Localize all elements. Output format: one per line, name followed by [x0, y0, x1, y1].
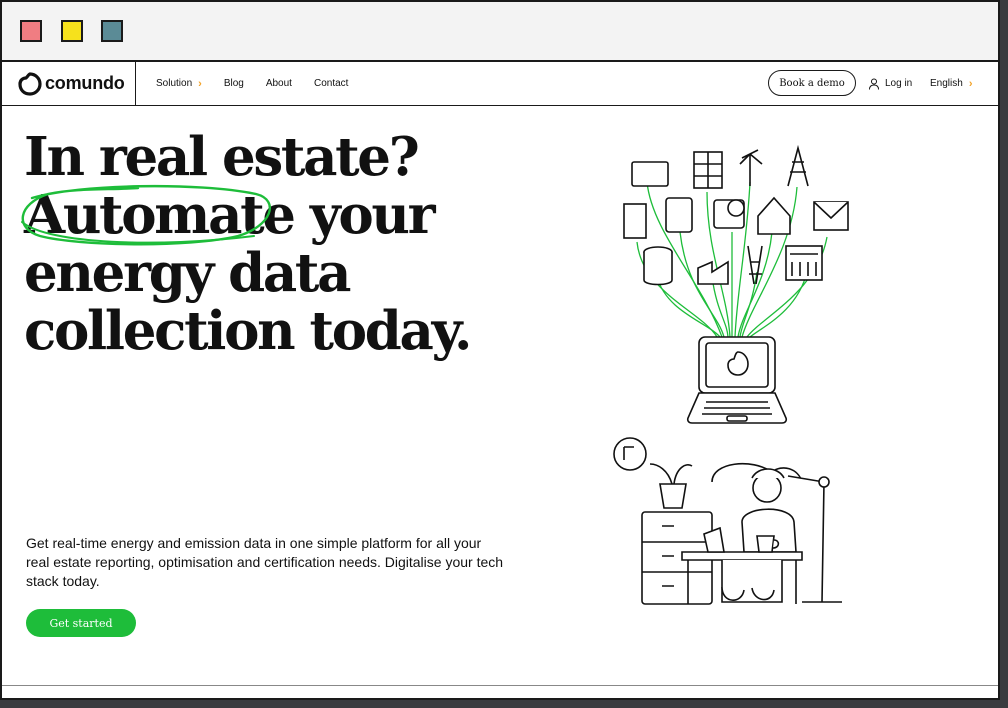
- hero-description: Get real-time energy and emission data i…: [26, 535, 504, 589]
- headline-line-4: collection today.: [24, 300, 472, 362]
- headline-line-3: energy data: [24, 242, 351, 304]
- headline-line-1: In real estate?: [24, 126, 420, 188]
- site-navbar: comundo Solution › Blog About Contact Bo…: [2, 62, 998, 106]
- headline-highlight: Automate: [21, 184, 296, 246]
- maximize-button[interactable]: [101, 20, 123, 42]
- login-link[interactable]: Log in: [868, 62, 912, 105]
- chevron-right-icon: ›: [968, 77, 973, 90]
- nav-link-about[interactable]: About: [266, 78, 292, 89]
- headline-line-2: Automate your: [21, 184, 470, 246]
- energy-data-illustration: [613, 144, 849, 605]
- nav-link-blog[interactable]: Blog: [224, 78, 244, 89]
- close-button[interactable]: [20, 20, 42, 42]
- get-started-button[interactable]: Get started: [26, 609, 136, 637]
- hero-headline: In real estate? Automate your energy dat…: [21, 126, 472, 362]
- hand-drawn-circle-icon: [21, 184, 272, 246]
- logo-text: comundo: [45, 73, 125, 93]
- nav-link-solution[interactable]: Solution ›: [156, 78, 202, 90]
- browser-window: comundo Solution › Blog About Contact Bo…: [0, 0, 1000, 700]
- window-titlebar: [2, 2, 998, 62]
- logo[interactable]: comundo: [2, 62, 136, 105]
- login-label: Log in: [885, 78, 913, 89]
- bottom-divider: [2, 684, 998, 686]
- minimize-button[interactable]: [61, 20, 83, 42]
- user-icon: [869, 78, 879, 90]
- nav-link-label: Solution: [156, 78, 193, 89]
- comundo-logo-icon: [18, 71, 42, 96]
- chevron-right-icon: ›: [198, 77, 202, 90]
- nav-link-contact[interactable]: Contact: [314, 78, 348, 89]
- language-label: English: [930, 78, 963, 89]
- language-selector[interactable]: English ›: [930, 62, 972, 105]
- headline-line-2-rest: your: [293, 184, 436, 246]
- book-demo-button[interactable]: Book a demo: [768, 70, 856, 96]
